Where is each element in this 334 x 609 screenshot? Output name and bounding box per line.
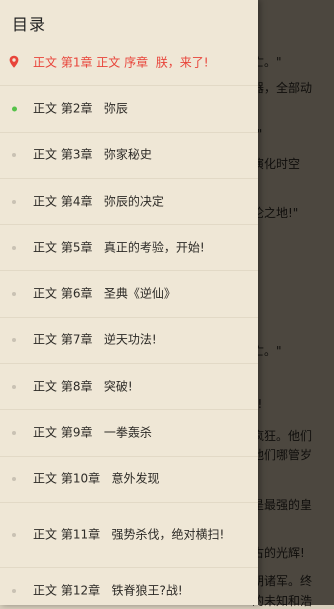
chapter-item[interactable]: 正文 第8章 突破! — [0, 364, 258, 411]
unread-dot-icon — [12, 292, 16, 297]
unread-dot-icon — [12, 532, 16, 537]
chapter-item[interactable]: 正文 第2章 弥辰 — [0, 86, 258, 133]
chapter-item[interactable]: 正文 第9章 一拳轰杀 — [0, 410, 258, 457]
chapter-label: 正文 第8章 突破! — [33, 379, 133, 394]
chapter-label: 正文 第6章 圣典《逆仙》 — [33, 286, 176, 301]
chapter-label: 正文 第1章 正文 序章 朕，来了! — [33, 55, 209, 70]
chapter-item[interactable]: 正文 第4章 弥辰的决定 — [0, 179, 258, 226]
location-pin-icon — [9, 55, 19, 68]
chapter-item[interactable]: 正文 第6章 圣典《逆仙》 — [0, 271, 258, 318]
chapter-label: 正文 第4章 弥辰的决定 — [33, 194, 164, 209]
chapter-label: 正文 第3章 弥家秘史 — [33, 147, 152, 162]
unread-dot-icon — [12, 477, 16, 482]
toc-drawer: 目录 正文 第1章 正文 序章 朕，来了! 正文 第2章 弥辰正文 第3章 弥家秘… — [0, 0, 258, 605]
chapter-label: 正文 第2章 弥辰 — [33, 101, 128, 116]
chapter-item[interactable]: 正文 第7章 逆天功法! — [0, 318, 258, 365]
unread-dot-icon — [12, 588, 16, 593]
chapter-label: 正文 第11章 强势杀伐，绝对横扫! — [33, 527, 225, 542]
chapter-label: 正文 第5章 真正的考验，开始! — [33, 240, 205, 255]
chapter-label: 正文 第7章 逆天功法! — [33, 332, 157, 347]
chapter-label: 正文 第10章 意外发现 — [33, 471, 160, 486]
unread-dot-icon — [12, 338, 16, 343]
drawer-title: 目录 — [12, 15, 47, 34]
unread-dot-icon — [12, 199, 16, 204]
chapter-item[interactable]: 正文 第11章 强势杀伐，绝对横扫! — [0, 503, 258, 568]
chapter-item[interactable]: 正文 第12章 铁脊狼王?战! — [0, 568, 258, 605]
unread-dot-icon — [12, 431, 16, 436]
unread-dot-icon — [12, 384, 16, 389]
unread-dot-icon — [12, 245, 16, 250]
read-dot-icon — [12, 106, 17, 112]
chapter-item[interactable]: 正文 第1章 正文 序章 朕，来了! — [0, 40, 258, 87]
chapter-label: 正文 第9章 一拳轰杀 — [33, 425, 152, 440]
chapter-label: 正文 第12章 铁脊狼王?战! — [33, 583, 183, 598]
chapter-item[interactable]: 正文 第3章 弥家秘史 — [0, 133, 258, 179]
unread-dot-icon — [12, 153, 16, 158]
chapter-item[interactable]: 正文 第5章 真正的考验，开始! — [0, 225, 258, 272]
chapter-item[interactable]: 正文 第10章 意外发现 — [0, 457, 258, 503]
chapter-list: 正文 第1章 正文 序章 朕，来了! 正文 第2章 弥辰 正文 第3章 弥家秘史 正文… — [0, 40, 258, 605]
